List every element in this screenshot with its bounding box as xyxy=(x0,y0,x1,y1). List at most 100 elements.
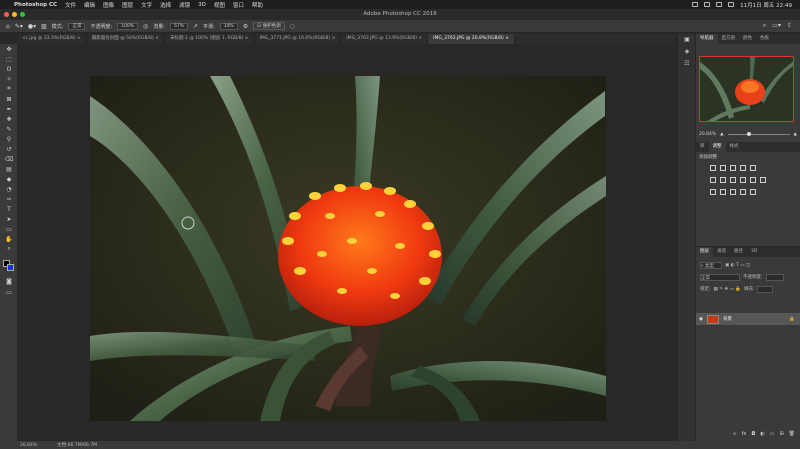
document-image[interactable] xyxy=(90,76,606,421)
tab-histogram[interactable]: 直方图 xyxy=(718,34,740,44)
status-icon[interactable] xyxy=(704,2,711,7)
tab-navigator[interactable]: 导航器 xyxy=(696,34,718,44)
menu-file[interactable]: 文件 xyxy=(65,1,76,9)
photo-filter-icon[interactable] xyxy=(740,177,746,183)
tab-paths[interactable]: 路径 xyxy=(730,247,747,257)
menu-type[interactable]: 文字 xyxy=(141,1,152,9)
fx-icon[interactable]: fx xyxy=(742,431,747,439)
quick-select-tool-icon[interactable]: ✧ xyxy=(0,74,18,84)
brush-size-icon[interactable]: ●▾ xyxy=(28,23,36,30)
tab-libraries[interactable]: 库 xyxy=(696,142,709,152)
mode-select[interactable]: 正常 xyxy=(68,22,86,30)
eyedropper-tool-icon[interactable]: ✒ xyxy=(0,104,18,114)
status-doc-size[interactable]: 文档:66.7M/66.7M xyxy=(57,442,97,448)
dodge-tool-icon[interactable]: ◔ xyxy=(0,184,18,194)
share-icon[interactable]: ⇪ xyxy=(787,22,792,30)
minimize-window-button[interactable] xyxy=(12,12,17,17)
move-tool-icon[interactable]: ✥ xyxy=(0,44,18,54)
smoothing-settings-icon[interactable]: ⚙ xyxy=(243,23,248,30)
close-window-button[interactable] xyxy=(4,12,9,17)
panel-icon[interactable]: ◈ xyxy=(678,46,696,58)
quick-mask-icon[interactable]: ◙ xyxy=(0,276,18,286)
levels-icon[interactable] xyxy=(720,165,726,171)
eye-icon[interactable]: ◉ xyxy=(699,317,703,322)
screen-mode-icon[interactable]: ▭ xyxy=(0,287,18,297)
home-icon[interactable]: ⌂ xyxy=(6,23,10,30)
zoom-slider[interactable] xyxy=(727,131,790,136)
lookup-icon[interactable] xyxy=(760,177,766,183)
tab-3d[interactable]: 3D xyxy=(747,247,761,257)
layer-thumbnail[interactable] xyxy=(706,314,719,324)
menu-window[interactable]: 窗口 xyxy=(233,1,244,9)
background-color-swatch[interactable] xyxy=(7,264,14,271)
tab-color[interactable]: 颜色 xyxy=(739,34,756,44)
brightness-icon[interactable] xyxy=(710,165,716,171)
layer-name[interactable]: 背景 xyxy=(723,316,732,322)
document-tab[interactable]: 摄影器份封面 @ 50%(RGB/8) × xyxy=(86,34,165,44)
selective-color-icon[interactable] xyxy=(750,189,756,195)
menu-edit[interactable]: 编辑 xyxy=(84,1,95,9)
document-tab[interactable]: cc.jpg @ 33.3%(RGB/8) × xyxy=(18,34,87,44)
lock-icon[interactable]: 🔒 xyxy=(789,317,795,322)
zoom-in-icon[interactable]: ▲ xyxy=(794,132,797,137)
document-tab[interactable]: 未标题-1 @ 100% (图层 1, RGB/8) × xyxy=(164,34,255,44)
brush-preset-icon[interactable]: ✎▾ xyxy=(15,23,23,30)
gradient-map-icon[interactable] xyxy=(740,189,746,195)
crop-tool-icon[interactable]: ⌗ xyxy=(0,84,18,94)
menu-layer[interactable]: 图层 xyxy=(122,1,133,9)
heal-tool-icon[interactable]: ✚ xyxy=(0,114,18,124)
status-icon[interactable] xyxy=(692,2,699,7)
exposure-icon[interactable] xyxy=(740,165,746,171)
pressure-size-icon[interactable]: ◌ xyxy=(290,23,295,30)
invert-icon[interactable] xyxy=(710,189,716,195)
gradient-tool-icon[interactable]: ▤ xyxy=(0,164,18,174)
navigator-zoom-value[interactable]: 20.84% xyxy=(699,132,716,137)
hue-icon[interactable] xyxy=(710,177,716,183)
new-layer-icon[interactable]: ⊞ xyxy=(779,431,783,439)
new-group-icon[interactable]: ▭ xyxy=(770,431,775,439)
menu-view[interactable]: 视图 xyxy=(214,1,225,9)
add-mask-icon[interactable]: ◘ xyxy=(751,431,755,439)
trash-icon[interactable]: 🗑 xyxy=(789,431,795,439)
smoothing-field[interactable]: 10% xyxy=(219,22,238,30)
rectangle-tool-icon[interactable]: ▭ xyxy=(0,224,18,234)
zoom-window-button[interactable] xyxy=(20,12,25,17)
blend-mode-select[interactable]: 正常 xyxy=(700,273,740,281)
airbrush-icon[interactable]: ↗ xyxy=(193,23,198,30)
hand-tool-icon[interactable]: ✋ xyxy=(0,234,18,244)
menu-filter[interactable]: 滤镜 xyxy=(179,1,190,9)
tab-channels[interactable]: 通道 xyxy=(713,247,730,257)
menu-image[interactable]: 图像 xyxy=(103,1,114,9)
tab-adjustments[interactable]: 调整 xyxy=(708,142,726,152)
wifi-icon[interactable] xyxy=(716,2,723,7)
zoom-out-icon[interactable]: ▲ xyxy=(720,132,723,137)
frame-tool-icon[interactable]: ⊠ xyxy=(0,94,18,104)
type-tool-icon[interactable]: T xyxy=(0,204,18,214)
navigator-preview[interactable] xyxy=(699,56,794,122)
layer-row-background[interactable]: ◉ 背景 🔒 xyxy=(696,313,800,325)
layer-opacity-field[interactable] xyxy=(765,273,784,281)
menu-app-name[interactable]: Photoshop CC xyxy=(14,2,57,8)
eraser-tool-icon[interactable]: ⌫ xyxy=(0,154,18,164)
channel-mixer-icon[interactable] xyxy=(750,177,756,183)
brush-settings-icon[interactable]: ▧ xyxy=(41,23,47,30)
stamp-tool-icon[interactable]: ⚲ xyxy=(0,134,18,144)
document-tab[interactable]: IMG_3771.JPG @ 16.6%(RGB/8) × xyxy=(254,34,342,44)
threshold-icon[interactable] xyxy=(730,189,736,195)
brush-tool-icon[interactable]: ✎ xyxy=(0,124,18,134)
panel-icon[interactable]: ▣ xyxy=(678,34,696,46)
color-balance-icon[interactable] xyxy=(720,177,726,183)
lasso-tool-icon[interactable]: ʘ xyxy=(0,64,18,74)
lock-icons[interactable]: ▦ ✎ ✥ ▭ 🔒 xyxy=(714,287,741,292)
battery-icon[interactable] xyxy=(728,2,735,7)
posterize-icon[interactable] xyxy=(720,189,726,195)
document-tab[interactable]: IMG_3762.JPG @ 20.8%(RGB/8) × xyxy=(428,34,515,44)
status-zoom[interactable]: 20.84% xyxy=(20,443,37,448)
tab-layers[interactable]: 图层 xyxy=(696,247,713,257)
canvas-area[interactable] xyxy=(18,44,675,441)
pen-tool-icon[interactable]: ✑ xyxy=(0,194,18,204)
search-icon[interactable]: ⌕ xyxy=(763,22,766,30)
protect-tones-button[interactable]: ☑ 保护色调 xyxy=(253,22,285,30)
vibrance-icon[interactable] xyxy=(750,165,756,171)
bw-icon[interactable] xyxy=(730,177,736,183)
